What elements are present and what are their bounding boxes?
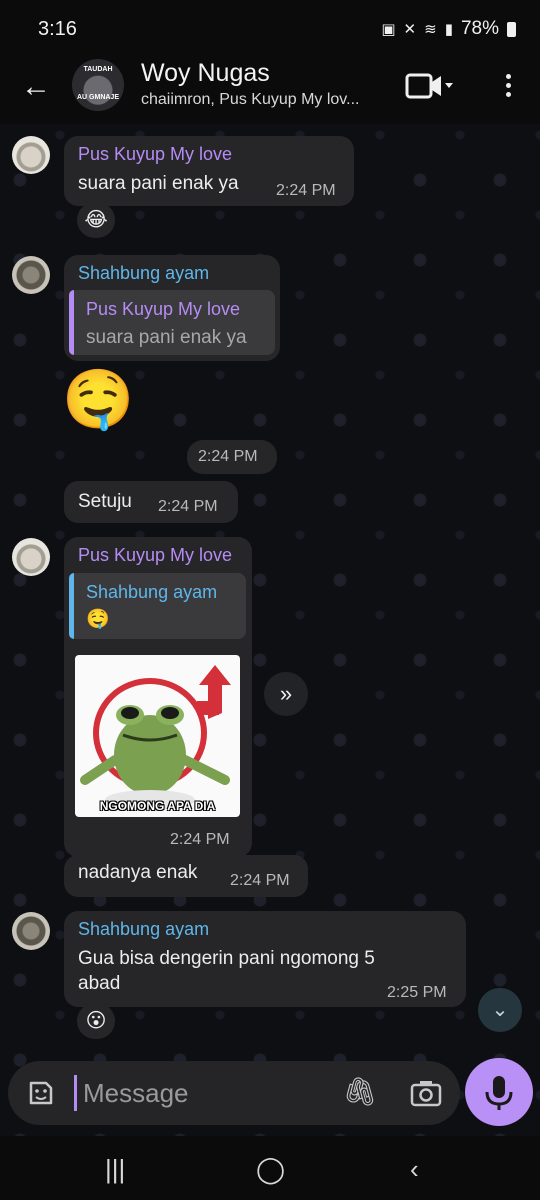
chat-header: ← TAUDAH AU GMNAJE Woy Nugas chaiimron, … bbox=[0, 56, 540, 124]
message-time: 2:24 PM bbox=[198, 448, 258, 465]
message-bubble[interactable]: Setuju 2:24 PM bbox=[64, 481, 238, 523]
message-text: Setuju bbox=[78, 491, 132, 512]
wifi-icon: ≋ bbox=[424, 21, 437, 38]
status-icons: ▣ ✕ ≋ ▮ 78% bbox=[381, 18, 516, 40]
message-time-pill: 2:24 PM bbox=[187, 440, 277, 474]
reply-sender: Pus Kuyup My love bbox=[86, 299, 241, 319]
reply-bar bbox=[69, 290, 74, 355]
avatar-text-bottom: AU GMNAJE bbox=[76, 94, 119, 101]
video-call-icon[interactable] bbox=[405, 72, 453, 100]
message-bubble[interactable]: Pus Kuyup My love suara pani enak ya 2:2… bbox=[64, 136, 354, 206]
sender-name[interactable]: Pus Kuyup My love bbox=[78, 144, 232, 165]
camera-icon[interactable] bbox=[408, 1075, 444, 1111]
sender-name[interactable]: Pus Kuyup My love bbox=[78, 545, 232, 566]
battery-icon bbox=[507, 21, 516, 37]
avatar[interactable] bbox=[12, 136, 50, 174]
sender-name[interactable]: Shahbung ayam bbox=[78, 919, 209, 940]
frog-meme-image bbox=[80, 665, 231, 810]
avatar[interactable] bbox=[12, 256, 50, 294]
message-bubble[interactable]: Shahbung ayam Pus Kuyup My love suara pa… bbox=[64, 255, 280, 361]
message-input[interactable]: Message bbox=[83, 1078, 189, 1109]
avatar[interactable] bbox=[12, 912, 50, 950]
reaction-badge[interactable]: 😂 bbox=[77, 202, 115, 238]
back-arrow-icon[interactable]: ← bbox=[18, 70, 54, 106]
back-nav-icon[interactable]: ‹ bbox=[410, 1154, 419, 1185]
forward-icon[interactable]: » bbox=[264, 672, 308, 716]
message-text-line-1: Gua bisa dengerin pani ngomong 5 bbox=[78, 948, 375, 969]
battery-saver-icon: ▣ bbox=[381, 21, 396, 38]
reply-bar bbox=[69, 573, 74, 639]
image-attachment[interactable]: NGOMONG APA DIA bbox=[75, 655, 240, 817]
sticker-icon[interactable] bbox=[26, 1078, 56, 1108]
message-text: nadanya enak bbox=[78, 862, 198, 883]
status-time: 3:16 bbox=[38, 18, 77, 40]
message-bubble[interactable]: nadanya enak 2:24 PM bbox=[64, 855, 308, 897]
attach-icon[interactable]: 🖇 bbox=[342, 1075, 378, 1108]
quoted-reply[interactable]: Pus Kuyup My love suara pani enak ya bbox=[69, 290, 275, 355]
message-time: 2:24 PM bbox=[230, 872, 290, 889]
message-composer: Message 🖇 bbox=[8, 1061, 460, 1125]
status-bar: 3:16 ▣ ✕ ≋ ▮ 78% bbox=[0, 0, 540, 56]
group-avatar[interactable]: TAUDAH AU GMNAJE bbox=[72, 59, 124, 111]
microphone-button[interactable] bbox=[465, 1058, 533, 1126]
scroll-down-icon[interactable]: ⌄ bbox=[478, 988, 522, 1032]
chat-title[interactable]: Woy Nugas bbox=[141, 59, 270, 88]
battery-percent: 78% bbox=[460, 18, 499, 39]
avatar-text-top: TAUDAH bbox=[83, 66, 113, 73]
avatar[interactable] bbox=[12, 538, 50, 576]
message-text: suara pani enak ya bbox=[78, 173, 239, 194]
chat-participants[interactable]: chaiimron, Pus Kuyup My lov... bbox=[141, 91, 359, 109]
message-time: 2:24 PM bbox=[158, 498, 218, 515]
reply-text: suara pani enak ya bbox=[86, 327, 247, 348]
sender-name[interactable]: Shahbung ayam bbox=[78, 263, 209, 284]
emoji-message[interactable]: 🤤 bbox=[62, 368, 134, 432]
message-text-line-2: abad bbox=[78, 973, 121, 994]
reply-sender: Shahbung ayam bbox=[86, 582, 218, 602]
more-options-icon[interactable] bbox=[496, 70, 520, 102]
mute-icon: ✕ bbox=[403, 21, 417, 38]
quoted-reply[interactable]: Shahbung ayam 🤤 bbox=[69, 573, 246, 639]
recent-apps-icon[interactable]: ||| bbox=[105, 1154, 125, 1185]
reaction-badge[interactable]: 😮 bbox=[77, 1003, 115, 1039]
system-nav-bar: ||| ◯ ‹ bbox=[0, 1136, 540, 1200]
text-cursor bbox=[74, 1075, 77, 1111]
message-time: 2:25 PM bbox=[387, 984, 447, 1001]
message-bubble[interactable]: Shahbung ayam Gua bisa dengerin pani ngo… bbox=[64, 911, 466, 1007]
home-icon[interactable]: ◯ bbox=[256, 1154, 285, 1185]
microphone-icon bbox=[485, 1076, 513, 1110]
image-caption: NGOMONG APA DIA bbox=[99, 799, 216, 813]
message-time: 2:24 PM bbox=[276, 182, 336, 199]
reply-text: 🤤 bbox=[86, 609, 110, 630]
message-time: 2:24 PM bbox=[170, 831, 230, 848]
signal-icon: ▮ bbox=[444, 21, 453, 38]
